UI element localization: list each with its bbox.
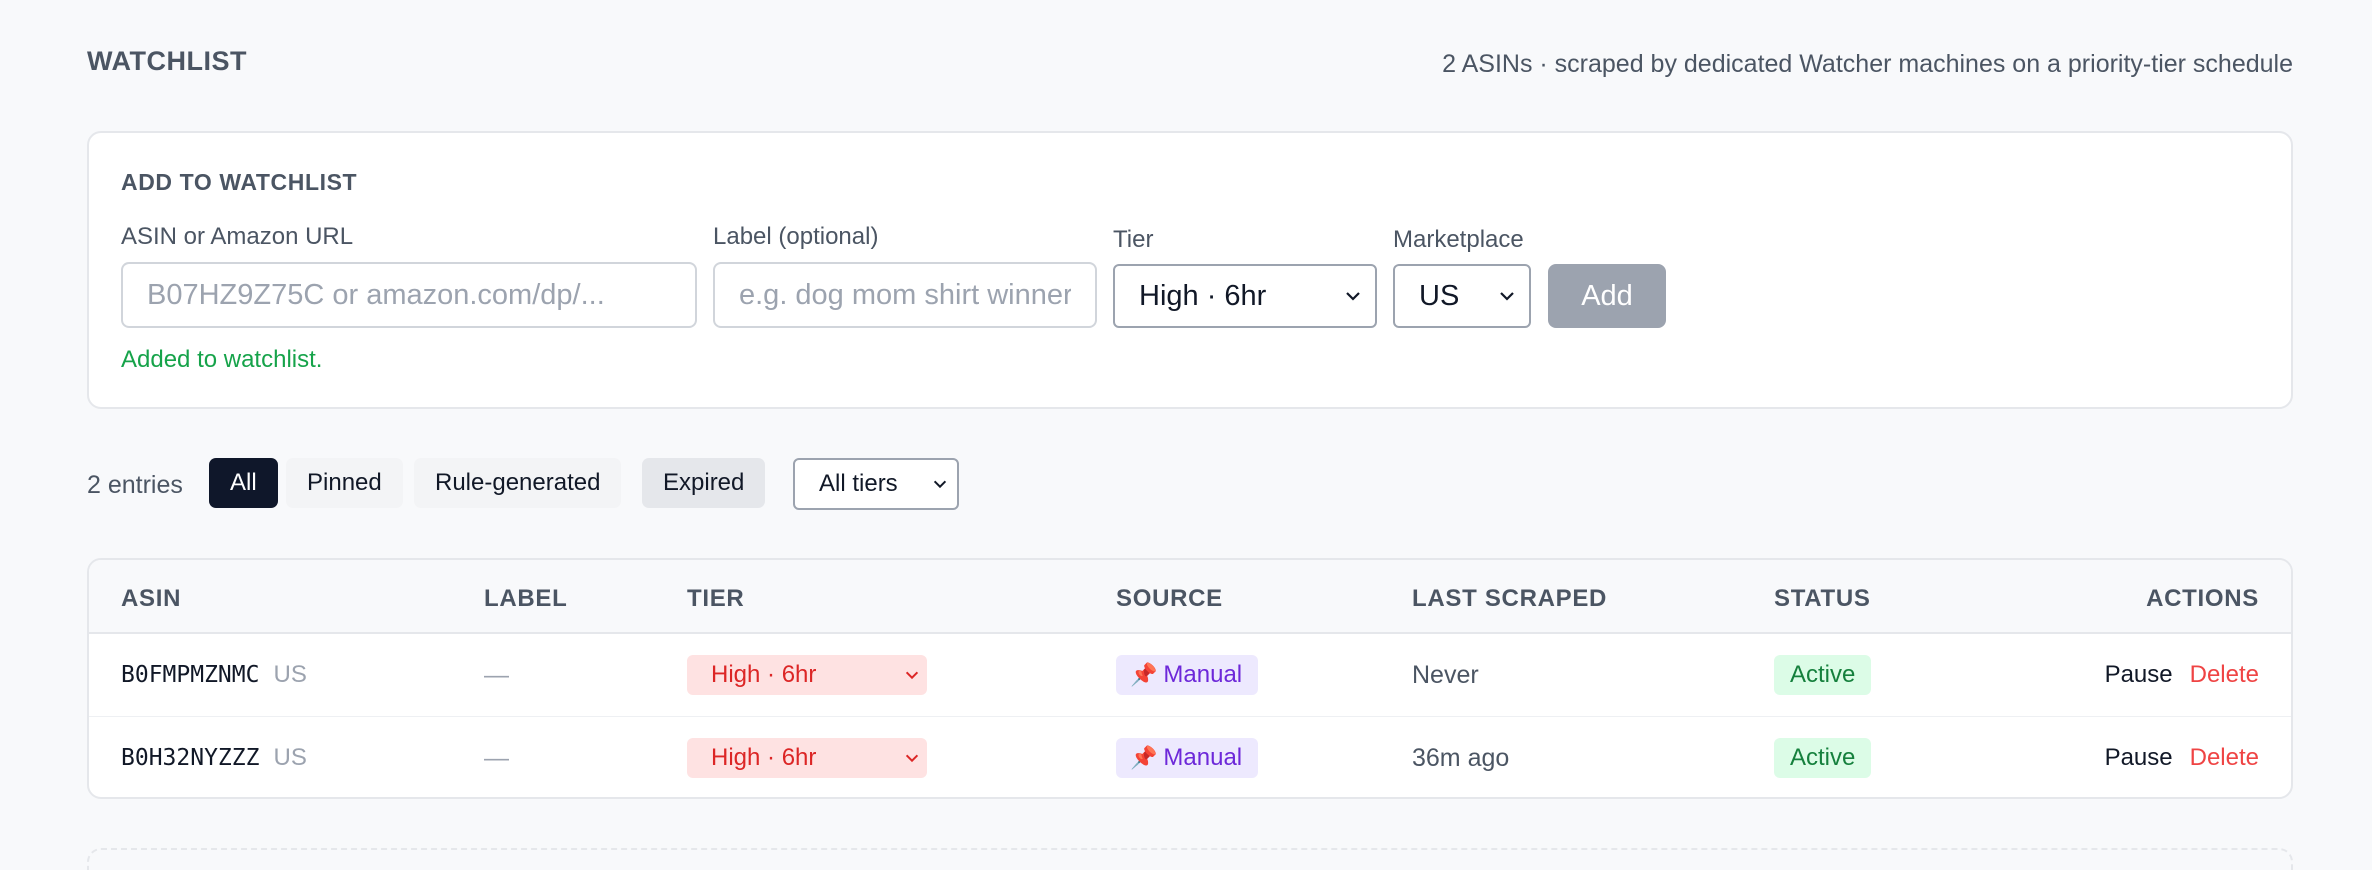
- chevron-down-icon: [1346, 292, 1360, 301]
- column-header-source: SOURCE: [1116, 585, 1223, 612]
- add-button[interactable]: Add: [1548, 264, 1666, 328]
- source-cell: 📌 Manual: [1116, 717, 1259, 797]
- row-tier-value: High · 6hr: [711, 661, 817, 688]
- delete-button[interactable]: Delete: [2190, 661, 2259, 689]
- status-cell: Active: [1774, 634, 1872, 716]
- source-value: Manual: [1163, 661, 1243, 688]
- asin-input[interactable]: [121, 262, 697, 328]
- table-row: B0H32NYZZZ US — High · 6hr 📌 Manual 36m …: [89, 716, 2291, 797]
- next-section-card: [87, 848, 2293, 870]
- page-subtitle: 2 ASINs · scraped by dedicated Watcher m…: [1442, 50, 2293, 78]
- source-badge: 📌 Manual: [1116, 738, 1259, 778]
- status-badge: Active: [1774, 738, 1872, 778]
- tab-rule-generated[interactable]: Rule-generated: [414, 458, 622, 508]
- tab-all[interactable]: All: [209, 458, 278, 508]
- marketplace-tag: US: [273, 744, 307, 771]
- source-value: Manual: [1163, 744, 1243, 771]
- actions-cell: Pause Delete: [2105, 717, 2259, 797]
- label-field-label: Label (optional): [713, 223, 879, 250]
- tab-expired[interactable]: Expired: [642, 458, 766, 508]
- label-cell: —: [484, 743, 509, 772]
- tier-cell: High · 6hr: [687, 717, 927, 797]
- table-row: B0FMPMZNMC US — High · 6hr 📌 Manual Neve…: [89, 634, 2291, 716]
- pause-button[interactable]: Pause: [2105, 661, 2173, 689]
- row-tier-select[interactable]: High · 6hr: [687, 738, 927, 778]
- column-header-status: STATUS: [1774, 585, 1871, 612]
- column-header-last-scraped: LAST SCRAPED: [1412, 585, 1608, 612]
- status-cell: Active: [1774, 717, 1872, 797]
- row-tier-value: High · 6hr: [711, 744, 817, 771]
- tab-pinned[interactable]: Pinned: [286, 458, 403, 508]
- pushpin-icon: 📌: [1130, 662, 1158, 687]
- delete-button[interactable]: Delete: [2190, 744, 2259, 772]
- marketplace-select[interactable]: US: [1393, 264, 1531, 328]
- chevron-down-icon: [1500, 292, 1514, 301]
- actions-cell: Pause Delete: [2105, 634, 2259, 716]
- tier-select[interactable]: High · 6hr: [1113, 264, 1377, 328]
- marketplace-select-value: US: [1419, 280, 1460, 312]
- asin-value: B0H32NYZZZ: [121, 745, 260, 771]
- success-message: Added to watchlist.: [121, 346, 323, 373]
- page-title: WATCHLIST: [87, 46, 247, 76]
- watchlist-table: ASIN LABEL TIER SOURCE LAST SCRAPED STAT…: [87, 558, 2293, 799]
- marketplace-tag: US: [273, 661, 307, 688]
- entries-count: 2 entries: [87, 471, 183, 499]
- tier-select-value: High · 6hr: [1139, 280, 1267, 312]
- tier-filter-value: All tiers: [819, 470, 898, 497]
- asin-field-label: ASIN or Amazon URL: [121, 223, 354, 250]
- filter-bar: 2 entries All Pinned Rule-generated Expi…: [87, 458, 1087, 510]
- last-scraped-cell: 36m ago: [1412, 743, 1510, 772]
- add-to-watchlist-card: ADD TO WATCHLIST ASIN or Amazon URL Labe…: [87, 131, 2293, 409]
- label-cell: —: [484, 660, 509, 689]
- column-header-label: LABEL: [484, 585, 568, 612]
- last-scraped-cell: Never: [1412, 660, 1479, 689]
- table-header: ASIN LABEL TIER SOURCE LAST SCRAPED STAT…: [89, 560, 2291, 634]
- pushpin-icon: 📌: [1130, 745, 1158, 770]
- column-header-actions: ACTIONS: [2146, 585, 2259, 612]
- label-input[interactable]: [713, 262, 1097, 328]
- tier-field-label: Tier: [1113, 226, 1154, 253]
- add-card-title: ADD TO WATCHLIST: [121, 169, 358, 195]
- marketplace-field-label: Marketplace: [1393, 226, 1524, 253]
- status-badge: Active: [1774, 655, 1872, 695]
- chevron-down-icon: [905, 671, 919, 680]
- tier-filter-select[interactable]: All tiers: [793, 458, 959, 510]
- asin-value: B0FMPMZNMC: [121, 662, 260, 688]
- row-tier-select[interactable]: High · 6hr: [687, 655, 927, 695]
- source-cell: 📌 Manual: [1116, 634, 1259, 716]
- column-header-asin: ASIN: [121, 585, 182, 612]
- page-header: WATCHLIST 2 ASINs · scraped by dedicated…: [87, 46, 2293, 80]
- tier-cell: High · 6hr: [687, 634, 927, 716]
- asin-cell: B0H32NYZZZ US: [121, 717, 307, 797]
- chevron-down-icon: [905, 754, 919, 763]
- pause-button[interactable]: Pause: [2105, 744, 2173, 772]
- column-header-tier: TIER: [687, 585, 745, 612]
- source-badge: 📌 Manual: [1116, 655, 1259, 695]
- asin-cell: B0FMPMZNMC US: [121, 634, 307, 716]
- chevron-down-icon: [933, 480, 947, 489]
